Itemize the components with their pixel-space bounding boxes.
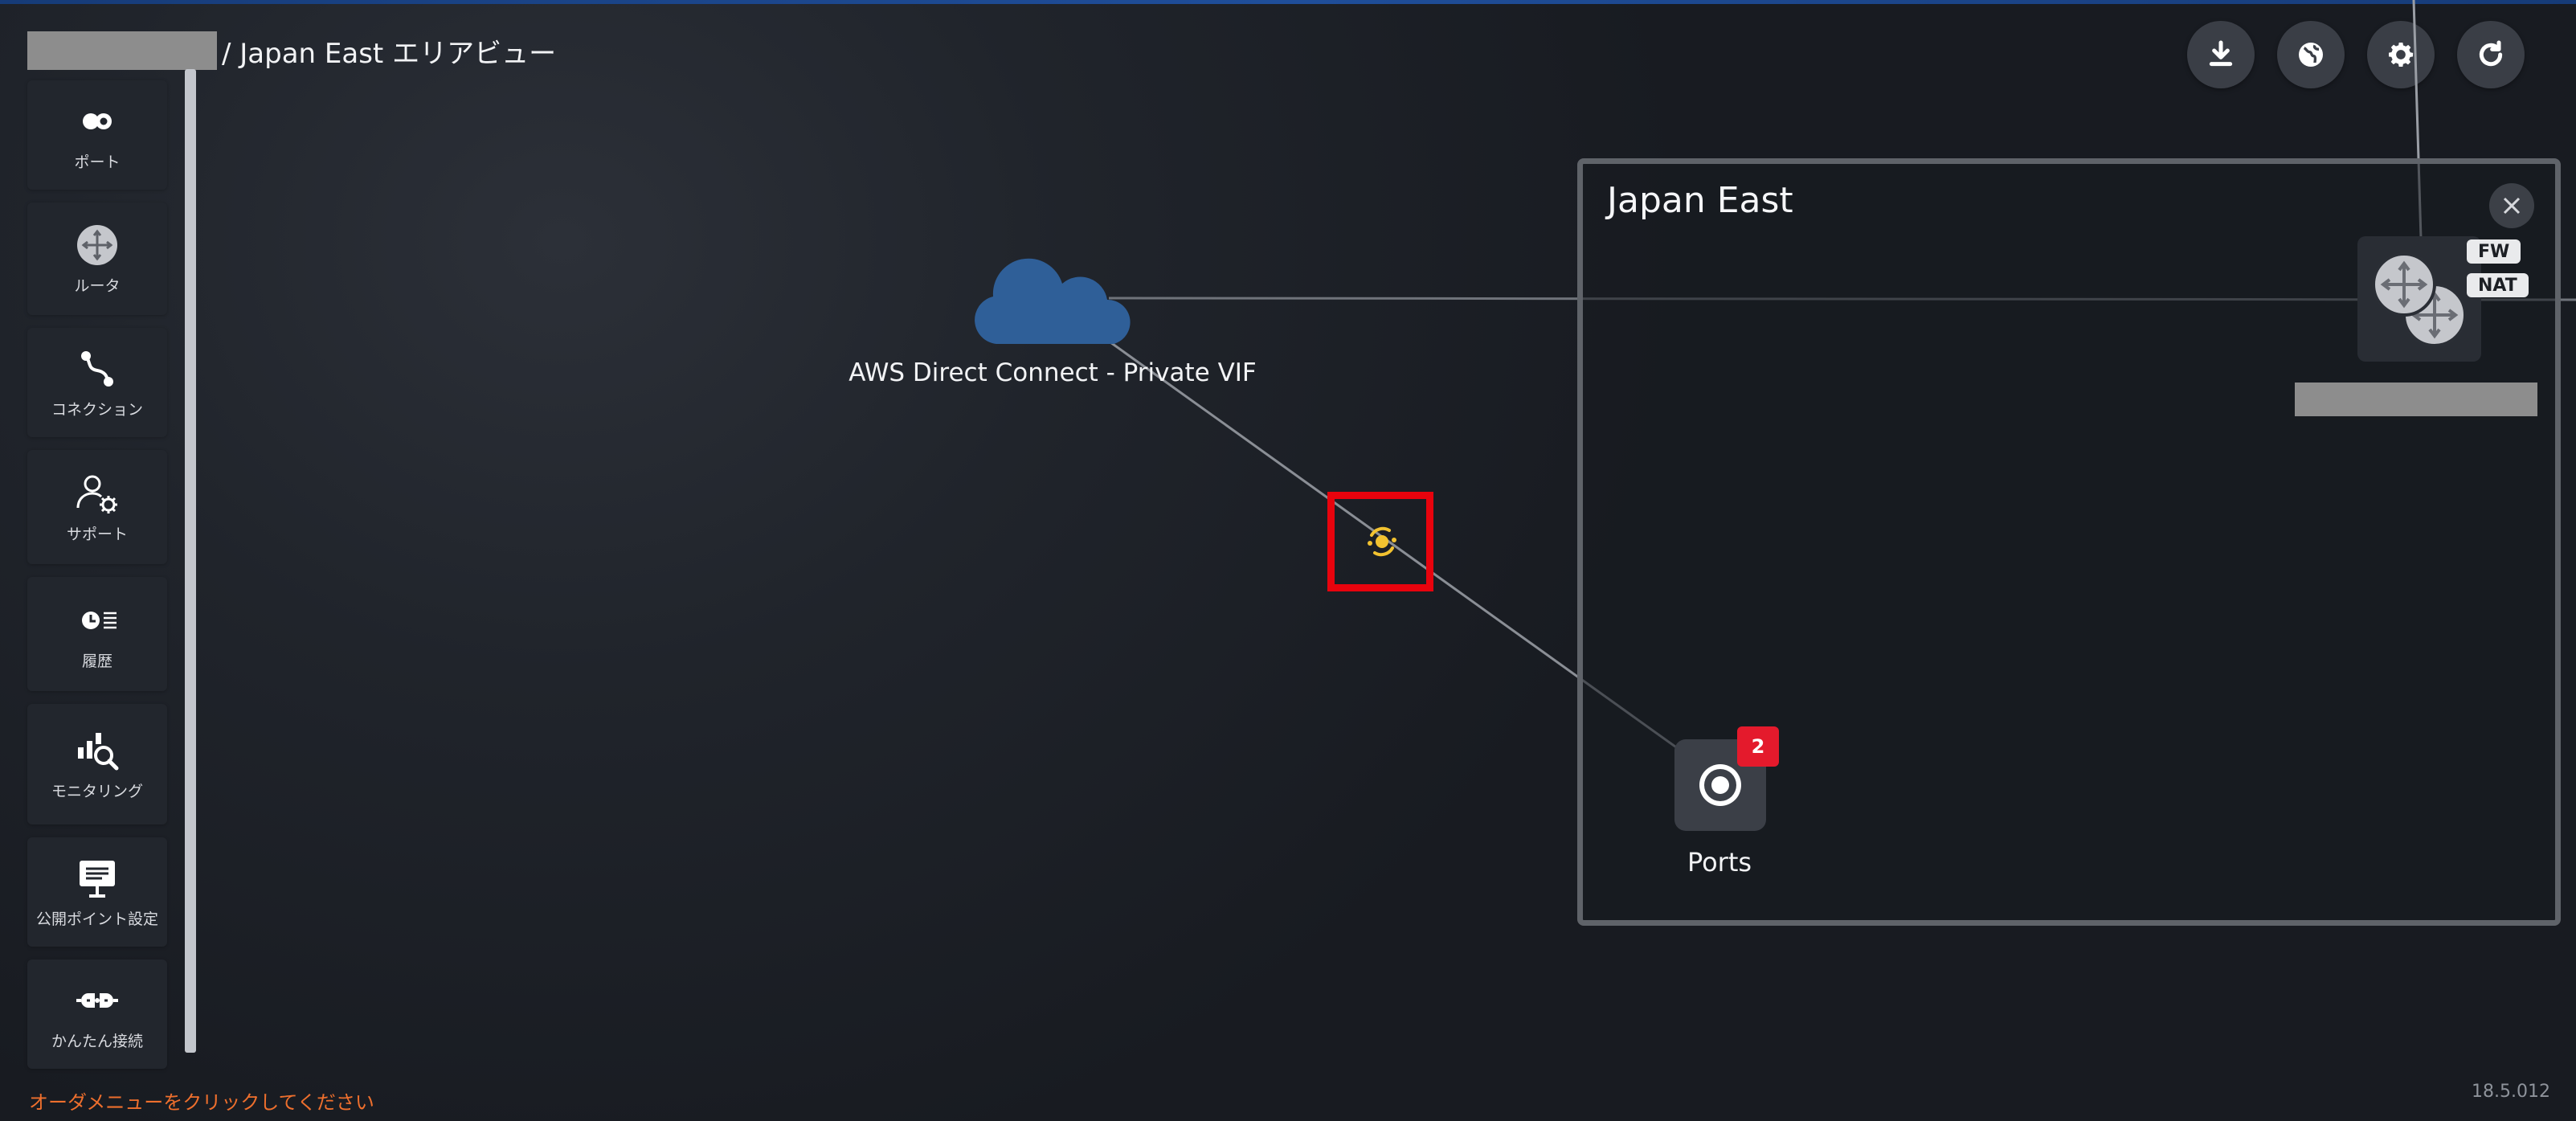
- close-icon: [2503, 197, 2521, 215]
- router-icon: [2372, 252, 2467, 347]
- cloud-label: AWS Direct Connect - Private VIF: [848, 358, 1257, 387]
- ports-count-badge: 2: [1737, 726, 1779, 767]
- order-menu-hint: オーダメニューをクリックしてください: [29, 1091, 374, 1114]
- redacted-router-name: [2295, 383, 2537, 416]
- port-icon: [1699, 764, 1741, 806]
- ports-label: Ports: [1687, 847, 1752, 878]
- version-number: 18.5.012: [2472, 1082, 2550, 1102]
- close-area-button[interactable]: [2489, 183, 2534, 228]
- cloud-icon[interactable]: [969, 241, 1138, 354]
- router-tag-fw: FW: [2467, 239, 2521, 264]
- router-tag-nat: NAT: [2467, 273, 2529, 297]
- vif-connection-icon[interactable]: [1364, 524, 1400, 559]
- area-title: Japan East: [1607, 180, 1793, 221]
